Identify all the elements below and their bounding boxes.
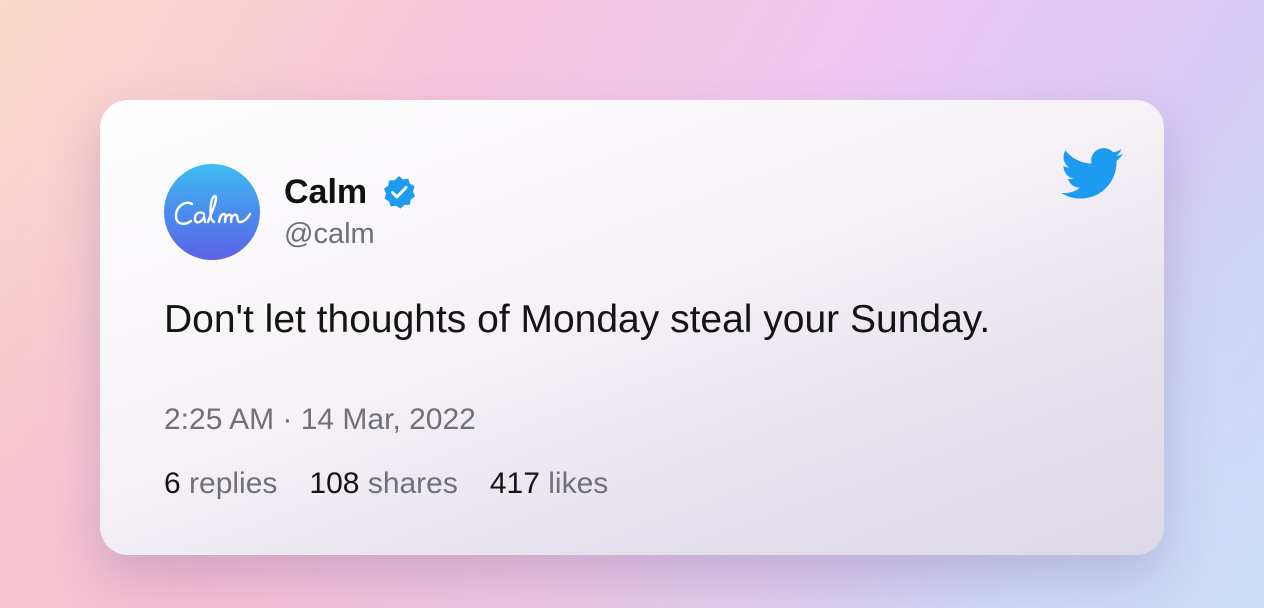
- replies-count: 6: [164, 467, 181, 500]
- twitter-bird-icon[interactable]: [1062, 148, 1124, 200]
- avatar[interactable]: [164, 164, 260, 260]
- likes-stat[interactable]: 417 likes: [490, 466, 608, 502]
- likes-count: 417: [489, 467, 540, 500]
- replies-stat[interactable]: 6 replies: [164, 466, 277, 502]
- tweet-card: Calm @calm Don't let thoughts of Monday …: [100, 100, 1164, 555]
- tweet-timestamp[interactable]: 2:25 AM · 14 Mar, 2022: [164, 402, 476, 438]
- verified-badge-icon: [381, 174, 417, 210]
- tweet-text: Don't let thoughts of Monday steal your …: [164, 298, 991, 341]
- calm-logo-icon: [174, 194, 252, 225]
- shares-count: 108: [309, 467, 360, 500]
- author-handle[interactable]: @calm: [284, 216, 375, 252]
- author-name[interactable]: Calm: [284, 172, 367, 212]
- shares-stat[interactable]: 108 shares: [309, 466, 457, 502]
- replies-label: replies: [189, 467, 278, 500]
- likes-label: likes: [548, 467, 609, 500]
- tweet-stats: 6 replies 108 shares 417 likes: [164, 466, 608, 502]
- shares-label: shares: [367, 467, 458, 500]
- author-row: Calm: [284, 172, 417, 212]
